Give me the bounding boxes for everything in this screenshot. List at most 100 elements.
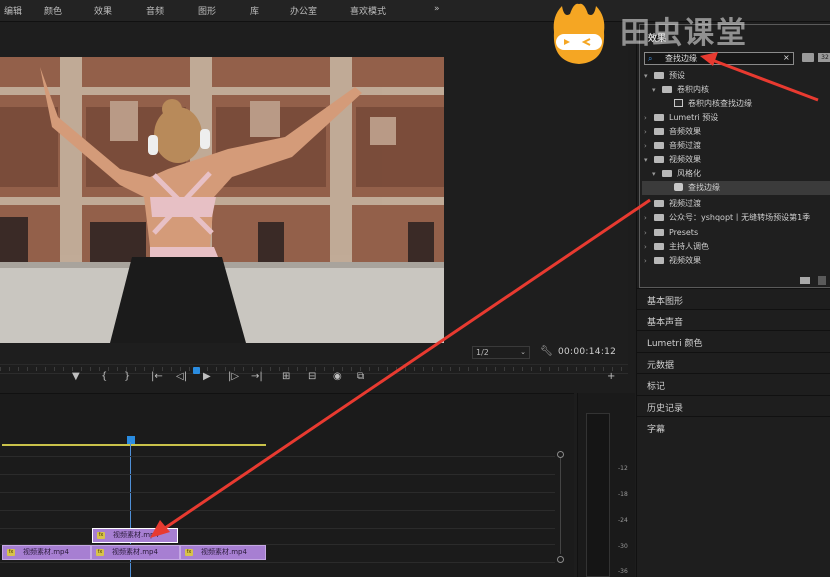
tree-item-convolution-find-edges[interactable]: 卷积内核查找边缘 (674, 97, 752, 111)
meter-label: -30 (618, 543, 628, 550)
menu-office[interactable]: 办公室 (290, 4, 317, 17)
fx-badge: fx (185, 549, 193, 556)
wrench-settings-icon[interactable]: 🔧︎ (540, 346, 553, 357)
fx-badge: fx (7, 549, 15, 556)
tree-item-label: 主持人调色 (669, 242, 709, 251)
32-bit-effects-icon[interactable]: 32 (818, 53, 830, 62)
tree-item-video-effects[interactable]: ▾ 视频效果 (644, 153, 701, 167)
work-area-bar[interactable] (2, 444, 266, 446)
folder-icon (654, 72, 664, 79)
panel-metadata[interactable]: 元数据 (637, 352, 830, 373)
caret-down-icon[interactable]: ▾ (644, 69, 654, 83)
menu-overflow[interactable]: » (434, 4, 440, 14)
caret-down-icon[interactable]: ▾ (652, 167, 662, 181)
tree-item-presets[interactable]: ▾ 预设 (644, 69, 685, 83)
add-button[interactable]: + (607, 371, 615, 383)
zoom-level-select[interactable]: 1/2 ⌄ (472, 346, 530, 359)
tree-item-video-transitions[interactable]: › 视频过渡 (644, 197, 701, 211)
new-bin-icon[interactable] (800, 277, 810, 284)
mark-out-button[interactable]: } (124, 371, 130, 383)
panel-essential-sound[interactable]: 基本声音 (637, 309, 830, 330)
timeline-scroll-handle-top[interactable] (557, 451, 564, 458)
panel-markers[interactable]: 标记 (637, 373, 830, 394)
tree-item-label: 音频效果 (669, 127, 701, 136)
tree-item-presets-en[interactable]: › Presets (644, 226, 698, 240)
panel-label: 元数据 (647, 361, 675, 371)
tree-item-label: 卷积内核查找边缘 (688, 99, 752, 108)
panel-label: Lumetri 颜色 (647, 339, 703, 349)
compare-view-button[interactable]: ⧉ (357, 371, 364, 383)
chevron-down-icon: ⌄ (520, 348, 526, 356)
caret-right-icon[interactable]: › (644, 197, 654, 211)
tree-item-stylize[interactable]: ▾ 风格化 (652, 167, 701, 181)
tree-item-lumetri-presets[interactable]: › Lumetri 预设 (644, 111, 718, 125)
program-timecode[interactable]: 00:00:14:12 (558, 347, 616, 357)
caret-right-icon[interactable]: › (644, 111, 654, 125)
caret-down-icon[interactable]: ▾ (644, 153, 654, 167)
clip-name: 视频素材.mp4 (113, 531, 159, 539)
caret-down-icon[interactable]: ▾ (652, 83, 662, 97)
effects-panel: 效果 ⌕ 查找边缘 × 32 ▾ 预设 ▾ 卷积内核 卷积内核查找边缘 › Lumet… (639, 24, 830, 288)
timeline-scroll-handle-bottom[interactable] (557, 556, 564, 563)
tree-item-label: 公众号：yshqopt丨无缝转场预设第1季 (669, 213, 811, 222)
caret-right-icon[interactable]: › (644, 254, 654, 268)
tree-item-audio-effects[interactable]: › 音频效果 (644, 125, 701, 139)
go-to-in-button[interactable]: |← (151, 371, 163, 383)
timeline-clip-v1-3[interactable]: fx 视频素材.mp4 (180, 545, 266, 560)
tree-item-label: 视频过渡 (669, 199, 701, 208)
menu-color[interactable]: 颜色 (44, 4, 62, 17)
lift-button[interactable]: ⊞ (282, 371, 290, 383)
caret-right-icon[interactable]: › (644, 125, 654, 139)
menu-effects[interactable]: 效果 (94, 4, 112, 17)
timeline-clip-v1-1[interactable]: fx 视频素材.mp4 (2, 545, 91, 560)
go-to-out-button[interactable]: →| (251, 371, 263, 383)
timeline-clip-v1-2[interactable]: fx 视频素材.mp4 (91, 545, 180, 560)
tree-item-convolution-kernel[interactable]: ▾ 卷积内核 (652, 83, 709, 97)
caret-right-icon[interactable]: › (644, 226, 654, 240)
watermark-logo (553, 3, 605, 64)
panel-label: 标记 (647, 382, 666, 392)
step-forward-button[interactable]: |▷ (228, 371, 239, 383)
right-panel-column: 效果 ⌕ 查找边缘 × 32 ▾ 预设 ▾ 卷积内核 卷积内核查找边缘 › Lumet… (636, 22, 830, 577)
tree-item-audio-transitions[interactable]: › 音频过渡 (644, 139, 701, 153)
tree-item-public-account-presets[interactable]: › 公众号：yshqopt丨无缝转场预设第1季 (644, 211, 830, 225)
folder-icon (654, 156, 664, 163)
effects-search-value: 查找边缘 (665, 54, 697, 63)
menu-graphics[interactable]: 图形 (198, 4, 216, 17)
menu-library[interactable]: 库 (250, 4, 259, 17)
track-divider (0, 562, 555, 563)
tree-item-video-effects-2[interactable]: › 视频效果 (644, 254, 701, 268)
panel-label: 基本声音 (647, 318, 684, 328)
add-marker-button[interactable]: ▼ (72, 371, 80, 383)
track-divider (0, 510, 555, 511)
clear-search-icon[interactable]: × (783, 53, 790, 62)
fx-badge: fx (96, 549, 104, 556)
caret-right-icon[interactable]: › (644, 211, 654, 225)
menu-audio[interactable]: 音频 (146, 4, 164, 17)
timeline-scroll-track[interactable] (560, 458, 561, 554)
track-divider (0, 528, 555, 529)
panel-history[interactable]: 历史记录 (637, 395, 830, 416)
caret-right-icon[interactable]: › (644, 139, 654, 153)
folder-icon (654, 128, 664, 135)
preset-icon (674, 99, 683, 107)
panel-captions[interactable]: 字幕 (637, 416, 830, 437)
menu-edit[interactable]: 编辑 (4, 4, 22, 17)
accelerated-effects-icon[interactable] (802, 53, 814, 62)
play-button[interactable]: ▶ (203, 371, 211, 383)
step-back-button[interactable]: ◁| (176, 371, 187, 383)
menu-favorite-mode[interactable]: 喜欢模式 (350, 4, 386, 17)
panel-essential-graphics[interactable]: 基本图形 (637, 288, 830, 309)
export-frame-button[interactable]: ◉ (333, 371, 342, 383)
caret-right-icon[interactable]: › (644, 240, 654, 254)
tree-item-find-edges[interactable]: 查找边缘 (642, 181, 830, 195)
effects-search-input[interactable]: ⌕ 查找边缘 (644, 52, 794, 65)
panel-lumetri-color[interactable]: Lumetri 颜色 (637, 330, 830, 351)
extract-button[interactable]: ⊟ (308, 371, 316, 383)
timeline-clip-v2[interactable]: fx 视频素材.mp4 (92, 528, 178, 543)
timeline-playhead-handle[interactable] (127, 436, 135, 444)
tree-item-host-grading[interactable]: › 主持人调色 (644, 240, 709, 254)
mark-in-button[interactable]: { (101, 371, 107, 383)
trash-icon[interactable] (818, 276, 826, 285)
tree-item-label: 风格化 (677, 169, 701, 178)
